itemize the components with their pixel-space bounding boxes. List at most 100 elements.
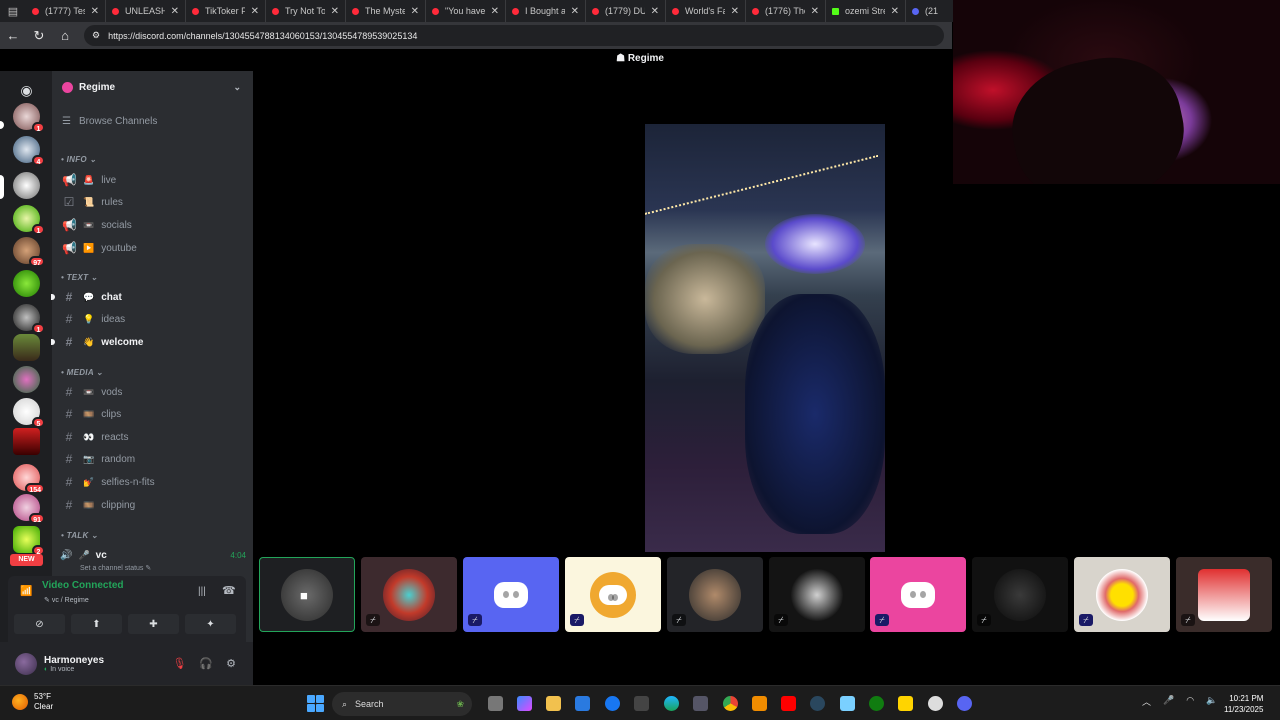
site-info-icon[interactable]: ⚙ <box>92 30 100 41</box>
browser-tab[interactable]: (1776) The ✕ <box>746 0 826 22</box>
channel-youtube[interactable]: 📢 ▶️ youtube <box>60 238 246 258</box>
browse-channels[interactable]: ☰ Browse Channels <box>52 110 253 132</box>
browser-tab[interactable]: The Myste ✕ <box>346 0 426 22</box>
noise-suppression-icon[interactable]: ||| <box>198 586 206 597</box>
browser-tab[interactable]: (1777) Testi✕ <box>26 0 106 22</box>
close-tab-icon[interactable]: ✕ <box>571 6 579 17</box>
close-tab-icon[interactable]: ✕ <box>91 6 99 17</box>
channel-random[interactable]: # 📷 random <box>60 449 246 469</box>
channel-socials[interactable]: 📢 📼 socials <box>60 215 246 235</box>
close-tab-icon[interactable]: ✕ <box>491 6 499 17</box>
server-icon[interactable] <box>13 428 40 455</box>
camera-off-button[interactable]: ⊘ <box>14 614 65 634</box>
participant-tile[interactable]: ⌿ <box>972 557 1068 632</box>
discord-home-icon[interactable]: ◉ <box>13 77 40 104</box>
server-icon[interactable]: 1 <box>13 304 45 334</box>
edge-icon[interactable] <box>664 696 679 711</box>
amazon-icon[interactable] <box>634 696 649 711</box>
channel-clips[interactable]: # 🎞️ clips <box>60 404 246 424</box>
participant-tile[interactable]: ⌿ <box>1074 557 1170 632</box>
vlc-icon[interactable] <box>752 696 767 711</box>
server-icon-regime[interactable] <box>13 172 40 199</box>
close-tab-icon[interactable]: ✕ <box>651 6 659 17</box>
participant-tile-self[interactable]: ■ <box>259 557 355 632</box>
taskbar-search[interactable]: ⌕ Search ❀ <box>332 692 472 716</box>
mic-muted-icon[interactable]: 🎙 <box>172 657 186 670</box>
channel-vods[interactable]: # 📼 vods <box>60 382 246 402</box>
chrome-icon[interactable] <box>723 696 738 711</box>
facebook-icon[interactable] <box>605 696 620 711</box>
signal-icon[interactable]: 📶 <box>20 586 32 597</box>
xbox-icon[interactable] <box>869 696 884 711</box>
channel-rules[interactable]: ☑ 📜 rules <box>60 192 246 212</box>
participant-tile[interactable]: ⌿ <box>667 557 763 632</box>
channel-chat[interactable]: # 💬 chat <box>51 287 246 307</box>
channel-ideas[interactable]: # 💡 ideas <box>60 309 246 329</box>
copilot-icon[interactable] <box>517 696 532 711</box>
soundboard-button[interactable]: ✦ <box>185 614 236 634</box>
headphones-icon[interactable]: 🎧 <box>199 657 213 670</box>
obs-icon[interactable] <box>928 696 943 711</box>
participant-tile[interactable]: ⌿ <box>1176 557 1272 632</box>
close-tab-icon[interactable]: ✕ <box>331 6 339 17</box>
server-icon[interactable]: 4 <box>13 136 45 166</box>
screen-share-video[interactable] <box>645 124 885 552</box>
category-talk[interactable]: • TALK ⌄ <box>61 531 98 540</box>
server-header[interactable]: Regime ⌄ <box>52 71 253 103</box>
sticky-notes-icon[interactable] <box>898 696 913 711</box>
volume-icon[interactable]: 🔈 <box>1206 695 1217 708</box>
category-text[interactable]: • TEXT ⌄ <box>61 273 98 282</box>
browser-tab[interactable]: I Bought a ✕ <box>506 0 586 22</box>
weather-widget[interactable]: 53°F Clear <box>12 692 53 712</box>
channel-live[interactable]: 📢 🚨 live <box>60 170 246 190</box>
participant-tile[interactable]: ⌿ <box>870 557 966 632</box>
server-icon[interactable]: 1 <box>13 103 45 133</box>
youtube-icon[interactable] <box>781 696 796 711</box>
steam-icon[interactable] <box>810 696 825 711</box>
tab-search-icon[interactable]: ▤ <box>0 0 26 22</box>
server-icon[interactable]: 91 <box>13 494 45 524</box>
screen-share-button[interactable]: ⬆ <box>71 614 122 634</box>
activities-button[interactable]: ✚ <box>128 614 179 634</box>
disconnect-icon[interactable]: ☎ <box>222 584 236 597</box>
browser-tab[interactable]: ozemi Stre ✕ <box>826 0 906 22</box>
back-icon[interactable]: ← <box>0 28 26 43</box>
avatar[interactable] <box>15 652 37 675</box>
channel-reacts[interactable]: # 👀 reacts <box>60 427 246 447</box>
address-bar[interactable]: ⚙ https://discord.com/channels/130455478… <box>84 25 944 46</box>
close-tab-icon[interactable]: ✕ <box>811 6 819 17</box>
calculator-icon[interactable] <box>693 696 708 711</box>
start-button-icon[interactable] <box>307 695 324 712</box>
browser-tab[interactable]: (1779) DU ✕ <box>586 0 666 22</box>
channel-clipping[interactable]: # 🎞️ clipping <box>60 495 246 515</box>
server-icon[interactable]: 154 <box>13 464 45 494</box>
server-icon[interactable]: 5 <box>13 398 45 428</box>
file-explorer-icon[interactable] <box>546 696 561 711</box>
category-info[interactable]: • INFO ⌄ <box>61 155 96 164</box>
chevron-up-icon[interactable]: ︿ <box>1142 695 1151 708</box>
browser-tab[interactable]: Try Not To ✕ <box>266 0 346 22</box>
category-media[interactable]: • MEDIA ⌄ <box>61 368 103 377</box>
microphone-icon[interactable]: 🎤 <box>1163 695 1174 708</box>
browser-tab[interactable]: "You have ✕ <box>426 0 506 22</box>
server-icon[interactable] <box>13 334 40 361</box>
close-tab-icon[interactable]: ✕ <box>171 6 179 17</box>
server-icon[interactable]: 1 <box>13 205 45 235</box>
store-icon[interactable] <box>575 696 590 711</box>
network-icon[interactable]: ◠ <box>1186 695 1194 708</box>
channel-status[interactable]: Set a channel status ✎ <box>80 564 151 572</box>
server-icon[interactable]: 97 <box>13 237 45 267</box>
app-icon[interactable] <box>840 696 855 711</box>
home-icon[interactable]: ⌂ <box>52 28 78 43</box>
participant-tile[interactable]: ⌿ <box>769 557 865 632</box>
browser-tab[interactable]: World's Fa ✕ <box>666 0 746 22</box>
discord-taskbar-icon[interactable] <box>957 696 972 711</box>
voice-channel-vc[interactable]: 🔊 🎤 vc 4:04 <box>60 546 246 564</box>
server-icon[interactable] <box>13 270 40 297</box>
browser-tab[interactable]: UNLEASHI✕ <box>106 0 186 22</box>
reload-icon[interactable]: ↻ <box>26 28 52 44</box>
close-tab-icon[interactable]: ✕ <box>731 6 739 17</box>
participant-tile[interactable]: ⌿ <box>463 557 559 632</box>
channel-selfies-n-fits[interactable]: # 💅 selfies-n-fits <box>60 472 246 492</box>
task-view-icon[interactable] <box>488 696 503 711</box>
